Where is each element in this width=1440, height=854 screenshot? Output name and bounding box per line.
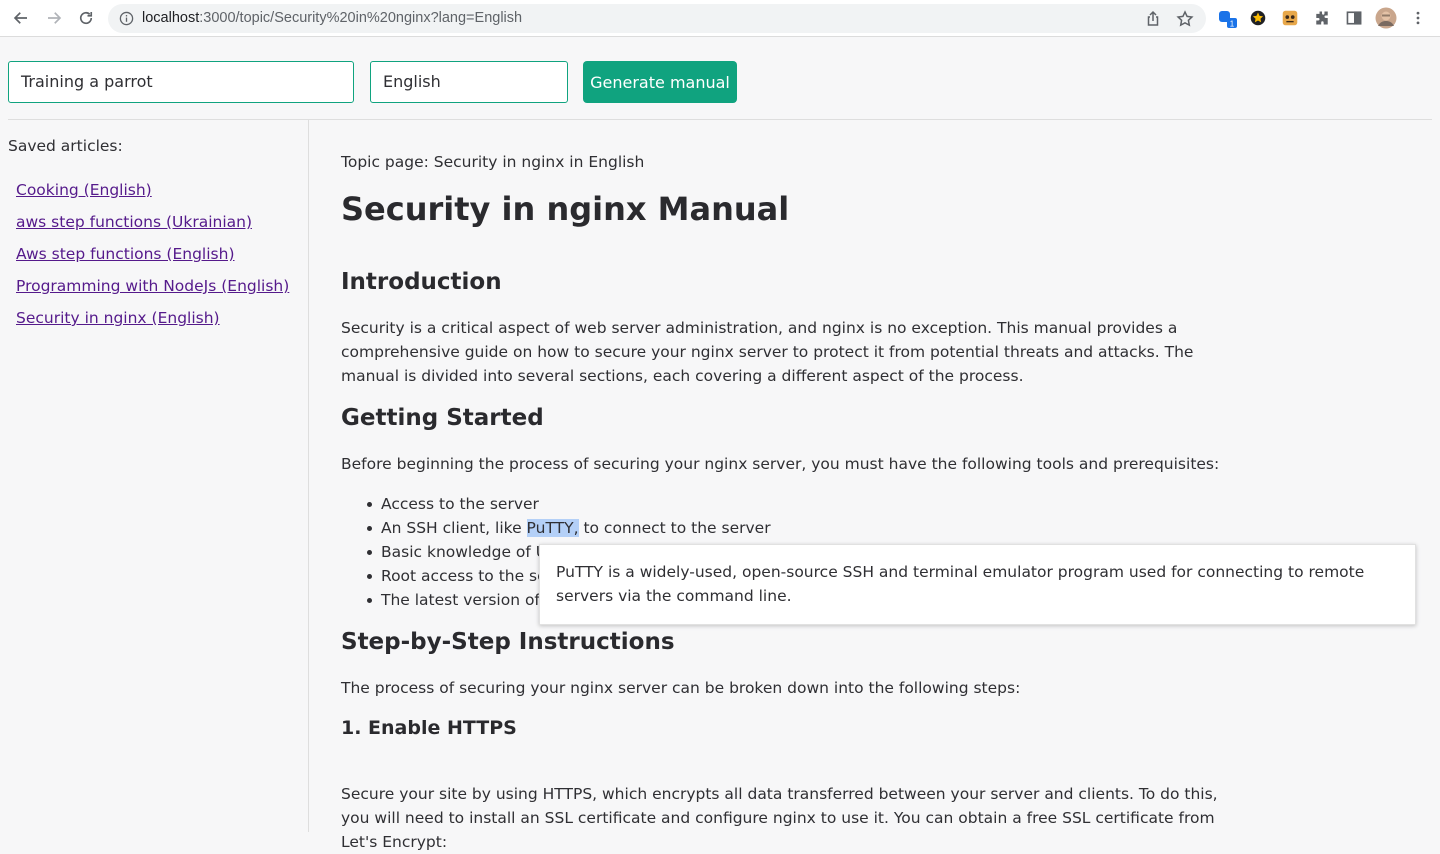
section-heading-introduction: Introduction bbox=[341, 269, 502, 295]
list-item-text: to connect to the server bbox=[578, 519, 771, 537]
list-item: Aws step functions (English) bbox=[16, 244, 289, 276]
getting-started-paragraph: Before beginning the process of securing… bbox=[341, 455, 1220, 473]
header-divider bbox=[8, 119, 1432, 120]
extension-icon[interactable] bbox=[1247, 7, 1269, 29]
steps-paragraph: The process of securing your nginx serve… bbox=[341, 679, 1021, 697]
https-paragraph: Secure your site by using HTTPS, which e… bbox=[341, 785, 1218, 851]
share-icon[interactable] bbox=[1144, 10, 1162, 28]
sidepanel-icon[interactable] bbox=[1343, 7, 1365, 29]
saved-article-link-nodejs[interactable]: Programming with NodeJs (English) bbox=[16, 277, 289, 295]
topic-input[interactable]: Training a parrot bbox=[8, 61, 354, 103]
saved-article-link-aws-ukrainian[interactable]: aws step functions (Ukrainian) bbox=[16, 213, 252, 231]
url-path: :3000/topic/Security%20in%20nginx?lang=E… bbox=[199, 10, 523, 26]
definition-tooltip: PuTTY is a widely-used, open-source SSH … bbox=[539, 544, 1416, 625]
extension-icon[interactable]: 1 bbox=[1216, 7, 1238, 29]
subsection-heading-https: 1. Enable HTTPS bbox=[341, 717, 517, 739]
list-item: Cooking (English) bbox=[16, 180, 289, 212]
topic-line: Topic page: Security in nginx in English bbox=[341, 153, 645, 171]
url-text[interactable]: localhost:3000/topic/Security%20in%20ngi… bbox=[142, 10, 522, 26]
back-arrow-icon[interactable] bbox=[9, 6, 33, 30]
generate-manual-button[interactable]: Generate manual bbox=[583, 61, 737, 103]
profile-avatar[interactable] bbox=[1375, 7, 1397, 29]
extension-icon[interactable] bbox=[1279, 7, 1301, 29]
list-item: An SSH client, like PuTTY, to connect to… bbox=[367, 516, 771, 540]
section-heading-steps: Step-by-Step Instructions bbox=[341, 629, 675, 655]
page-title: Security in nginx Manual bbox=[341, 190, 790, 228]
highlighted-term[interactable]: PuTTY, bbox=[526, 519, 579, 537]
list-item-text: An SSH client, like bbox=[381, 519, 527, 537]
list-item: Programming with NodeJs (English) bbox=[16, 276, 289, 308]
info-icon[interactable] bbox=[119, 11, 134, 26]
address-bar[interactable]: localhost:3000/topic/Security%20in%20ngi… bbox=[108, 4, 1206, 33]
extension-badge: 1 bbox=[1230, 20, 1235, 29]
intro-paragraph: Security is a critical aspect of web ser… bbox=[341, 319, 1194, 385]
saved-article-link-aws-english[interactable]: Aws step functions (English) bbox=[16, 245, 235, 263]
forward-arrow-icon[interactable] bbox=[42, 6, 66, 30]
puzzle-icon[interactable] bbox=[1311, 7, 1333, 29]
kebab-menu-icon[interactable] bbox=[1407, 7, 1429, 29]
saved-article-link-nginx[interactable]: Security in nginx (English) bbox=[16, 309, 220, 327]
bookmark-star-icon[interactable] bbox=[1176, 10, 1194, 28]
saved-article-link-cooking[interactable]: Cooking (English) bbox=[16, 181, 152, 199]
section-heading-getting-started: Getting Started bbox=[341, 405, 544, 431]
reload-icon[interactable] bbox=[74, 6, 98, 30]
saved-articles-heading: Saved articles: bbox=[8, 137, 123, 155]
sidebar-divider bbox=[308, 120, 309, 832]
language-input[interactable]: English bbox=[370, 61, 568, 103]
list-item: aws step functions (Ukrainian) bbox=[16, 212, 289, 244]
browser-toolbar: localhost:3000/topic/Security%20in%20ngi… bbox=[0, 0, 1440, 37]
list-item: Access to the server bbox=[367, 492, 771, 516]
url-host: localhost bbox=[142, 10, 200, 26]
saved-articles-list: Cooking (English) aws step functions (Uk… bbox=[16, 180, 289, 340]
list-item: Security in nginx (English) bbox=[16, 308, 289, 340]
